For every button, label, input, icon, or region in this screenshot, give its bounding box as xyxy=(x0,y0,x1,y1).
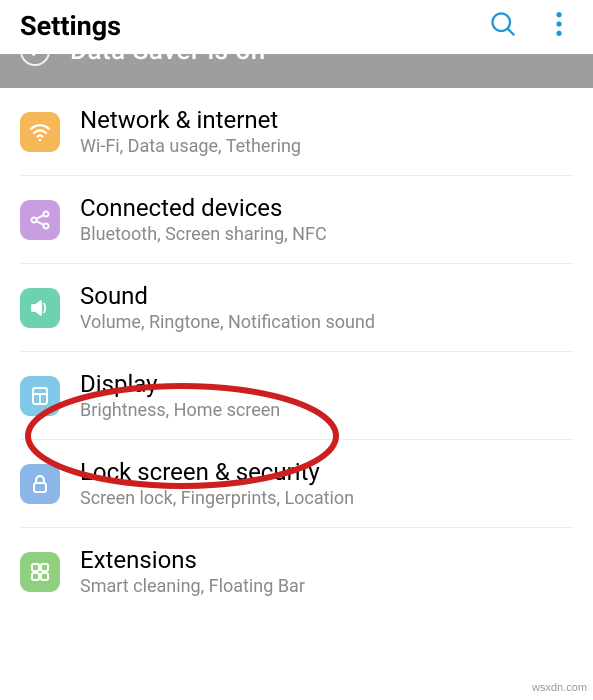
item-connected-devices[interactable]: Connected devices Bluetooth, Screen shar… xyxy=(20,176,573,264)
search-icon[interactable] xyxy=(489,10,517,42)
lock-icon xyxy=(20,464,60,504)
item-text: Lock screen & security Screen lock, Fing… xyxy=(80,458,573,509)
watermark: wsxdn.com xyxy=(532,682,587,694)
item-subtitle: Wi-Fi, Data usage, Tethering xyxy=(80,136,573,157)
display-icon xyxy=(20,376,60,416)
item-title: Lock screen & security xyxy=(80,458,573,486)
header-actions xyxy=(489,10,573,42)
item-extensions[interactable]: Extensions Smart cleaning, Floating Bar xyxy=(20,528,573,615)
item-subtitle: Volume, Ringtone, Notification sound xyxy=(80,312,573,333)
settings-list: Network & internet Wi-Fi, Data usage, Te… xyxy=(0,88,593,615)
item-sound[interactable]: Sound Volume, Ringtone, Notification sou… xyxy=(20,264,573,352)
item-text: Extensions Smart cleaning, Floating Bar xyxy=(80,546,573,597)
banner-text: Data Saver is on xyxy=(70,54,266,66)
share-icon xyxy=(20,200,60,240)
item-title: Connected devices xyxy=(80,194,573,222)
status-banner[interactable]: Data Saver is on xyxy=(0,54,593,88)
item-title: Display xyxy=(80,370,573,398)
item-text: Connected devices Bluetooth, Screen shar… xyxy=(80,194,573,245)
item-subtitle: Smart cleaning, Floating Bar xyxy=(80,576,573,597)
item-network-internet[interactable]: Network & internet Wi-Fi, Data usage, Te… xyxy=(20,88,573,176)
wifi-icon xyxy=(20,112,60,152)
sound-icon xyxy=(20,288,60,328)
check-circle-icon xyxy=(20,54,50,66)
item-display[interactable]: Display Brightness, Home screen xyxy=(20,352,573,440)
item-title: Sound xyxy=(80,282,573,310)
page-title: Settings xyxy=(20,10,121,42)
more-icon[interactable] xyxy=(555,10,563,42)
extensions-icon xyxy=(20,552,60,592)
item-text: Display Brightness, Home screen xyxy=(80,370,573,421)
item-text: Sound Volume, Ringtone, Notification sou… xyxy=(80,282,573,333)
item-subtitle: Screen lock, Fingerprints, Location xyxy=(80,488,573,509)
item-text: Network & internet Wi-Fi, Data usage, Te… xyxy=(80,106,573,157)
item-subtitle: Brightness, Home screen xyxy=(80,400,573,421)
item-title: Network & internet xyxy=(80,106,573,134)
item-subtitle: Bluetooth, Screen sharing, NFC xyxy=(80,224,573,245)
item-title: Extensions xyxy=(80,546,573,574)
item-lock-screen-security[interactable]: Lock screen & security Screen lock, Fing… xyxy=(20,440,573,528)
app-header: Settings xyxy=(0,0,593,54)
